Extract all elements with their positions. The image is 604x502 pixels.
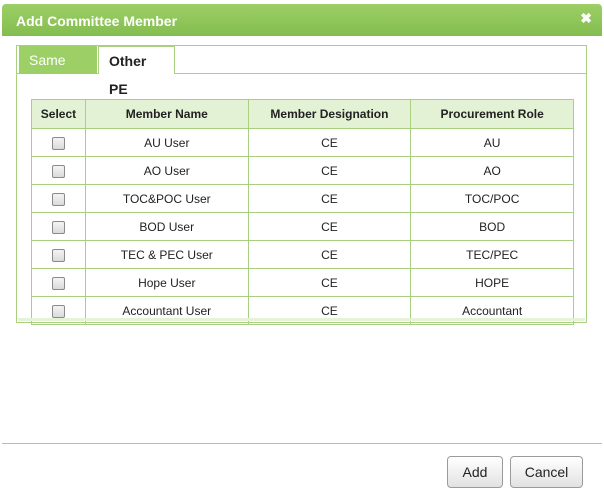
- cancel-button[interactable]: Cancel: [510, 456, 583, 488]
- column-header-member-name: Member Name: [84, 99, 249, 129]
- member-designation-cell: CE: [247, 156, 412, 185]
- dialog-title: Add Committee Member: [16, 13, 178, 29]
- member-designation-cell: CE: [247, 184, 412, 213]
- table-row: AU User CE AU: [31, 128, 574, 157]
- tab-same-pe[interactable]: Same PE: [19, 46, 97, 96]
- row-checkbox[interactable]: [51, 276, 65, 290]
- member-name-cell: TOC&POC User: [84, 184, 249, 213]
- procurement-role-cell: AO: [410, 156, 574, 185]
- footer-divider: [2, 443, 602, 444]
- panel-bottom-strip: [18, 318, 585, 321]
- member-designation-cell: CE: [247, 240, 412, 269]
- column-header-select: Select: [31, 99, 86, 129]
- member-name-cell: AU User: [84, 128, 249, 157]
- column-header-procurement-role: Procurement Role: [410, 99, 574, 129]
- procurement-role-cell: HOPE: [410, 268, 574, 297]
- member-name-cell: BOD User: [84, 212, 249, 241]
- member-name-cell: Hope User: [84, 268, 249, 297]
- table-row: AO User CE AO: [31, 156, 574, 185]
- procurement-role-cell: TOC/POC: [410, 184, 574, 213]
- tab-other-pe[interactable]: Other PE: [98, 46, 175, 97]
- column-header-member-designation: Member Designation: [247, 99, 412, 129]
- procurement-role-cell: BOD: [410, 212, 574, 241]
- member-panel: Same PE Other PE Select Member Name Memb…: [16, 45, 587, 325]
- procurement-role-cell: TEC/PEC: [410, 240, 574, 269]
- select-cell: [31, 240, 86, 269]
- tab-bar: Same PE Other PE: [17, 46, 586, 97]
- select-cell: [31, 212, 86, 241]
- row-checkbox[interactable]: [51, 136, 65, 150]
- select-cell: [31, 156, 86, 185]
- table-row: Hope User CE HOPE: [31, 268, 574, 297]
- dialog-titlebar: Add Committee Member ✖: [2, 4, 602, 36]
- member-designation-cell: CE: [247, 128, 412, 157]
- member-table: Select Member Name Member Designation Pr…: [31, 99, 574, 325]
- procurement-role-cell: AU: [410, 128, 574, 157]
- table-row: TOC&POC User CE TOC/POC: [31, 184, 574, 213]
- table-row: TEC & PEC User CE TEC/PEC: [31, 240, 574, 269]
- row-checkbox[interactable]: [51, 192, 65, 206]
- select-cell: [31, 184, 86, 213]
- table-row: BOD User CE BOD: [31, 212, 574, 241]
- select-cell: [31, 128, 86, 157]
- row-checkbox[interactable]: [51, 304, 65, 318]
- row-checkbox[interactable]: [51, 220, 65, 234]
- member-designation-cell: CE: [247, 268, 412, 297]
- member-designation-cell: CE: [247, 212, 412, 241]
- table-header-row: Select Member Name Member Designation Pr…: [31, 99, 574, 129]
- close-icon[interactable]: ✖: [580, 10, 592, 27]
- member-name-cell: AO User: [84, 156, 249, 185]
- row-checkbox[interactable]: [51, 248, 65, 262]
- row-checkbox[interactable]: [51, 164, 65, 178]
- add-button[interactable]: Add: [447, 456, 503, 488]
- select-cell: [31, 268, 86, 297]
- member-name-cell: TEC & PEC User: [84, 240, 249, 269]
